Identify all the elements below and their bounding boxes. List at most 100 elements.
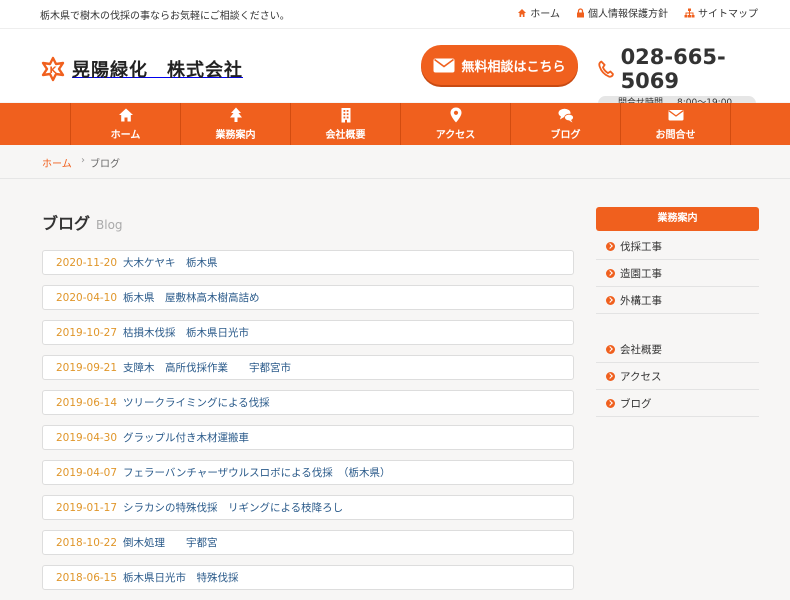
phone-icon xyxy=(598,60,614,78)
blog-post-item[interactable]: 2020-11-20 大木ケヤキ 栃木県 xyxy=(42,250,574,275)
home-icon xyxy=(118,108,133,122)
chevron-circle-icon xyxy=(606,344,615,354)
chevron-circle-icon xyxy=(606,398,615,408)
post-title: 大木ケヤキ 栃木県 xyxy=(123,257,218,269)
utility-link-sitemap[interactable]: サイトマップ xyxy=(684,5,758,20)
tree-icon xyxy=(229,107,242,122)
utility-link-label: 個人情報保護方針 xyxy=(588,9,668,20)
chevron-circle-icon xyxy=(606,295,615,305)
chevron-circle-icon xyxy=(606,371,615,381)
sidebar-item-exterior[interactable]: 外構工事 xyxy=(596,287,759,314)
post-date: 2019-09-21 xyxy=(56,361,118,374)
sitemap-icon xyxy=(684,8,695,17)
post-title: 支障木 高所伐採作業 宇都宮市 xyxy=(123,362,291,374)
site-logo[interactable]: K 晃陽緑化 株式会社 xyxy=(40,56,243,82)
nav-label: お問合せ xyxy=(655,130,696,141)
sidebar-item-company[interactable]: 会社概要 xyxy=(596,336,759,363)
top-bar: 栃木県で樹木の伐採の事ならお気軽にご相談ください。 ホーム 個人情報保護方針 サ… xyxy=(0,0,790,28)
sidebar-pages-list: 会社概要 アクセス ブログ xyxy=(596,336,759,417)
sidebar-item-blog[interactable]: ブログ xyxy=(596,390,759,417)
post-date: 2019-01-17 xyxy=(56,501,118,514)
page-title-en: Blog xyxy=(96,218,123,232)
post-date: 2019-10-27 xyxy=(56,326,118,339)
lock-icon xyxy=(577,7,584,17)
post-title: 枯損木伐採 栃木県日光市 xyxy=(123,327,249,339)
sidebar: 業務案内 伐採工事 造園工事 外構工事 会社概要 アクセス ブログ xyxy=(596,207,759,417)
page-title-jp: ブログ xyxy=(42,214,91,233)
breadcrumb-current: ブログ xyxy=(90,159,120,170)
utility-link-home[interactable]: ホーム xyxy=(517,5,560,20)
blog-post-item[interactable]: 2018-10-22 倒木処理 宇都宮 xyxy=(42,530,574,555)
post-title: 倒木処理 宇都宮 xyxy=(123,537,218,549)
building-icon xyxy=(341,108,350,123)
utility-links: ホーム 個人情報保護方針 サイトマップ xyxy=(517,5,758,20)
sidebar-heading: 業務案内 xyxy=(596,207,759,231)
blog-post-item[interactable]: 2020-04-10 栃木県 屋敷林高木樹高詰め xyxy=(42,285,574,310)
company-name: 晃陽緑化 株式会社 xyxy=(72,60,243,81)
post-date: 2019-04-30 xyxy=(56,431,118,444)
phone-block: 028-665-5069 問合せ時間8:00～19:00 xyxy=(598,45,756,111)
nav-label: アクセス xyxy=(435,130,476,141)
breadcrumb-home-link[interactable]: ホーム xyxy=(42,155,72,170)
chat-bubbles-icon xyxy=(558,108,574,123)
blog-post-item[interactable]: 2019-06-14 ツリークライミングによる伐採 xyxy=(42,390,574,415)
nav-label: 業務案内 xyxy=(215,130,256,141)
sidebar-item-label: アクセス xyxy=(620,370,662,383)
sidebar-item-label: 会社概要 xyxy=(620,343,662,356)
chevron-circle-icon xyxy=(606,241,615,251)
site-header: K 晃陽緑化 株式会社 無料相談はこちら 028-665-5069 問合せ時間8… xyxy=(0,28,790,111)
utility-link-label: サイトマップ xyxy=(698,9,758,20)
nav-item-blog[interactable]: ブログ xyxy=(511,103,621,145)
home-icon xyxy=(518,8,527,17)
nav-item-services[interactable]: 業務案内 xyxy=(181,103,291,145)
nav-label: 会社概要 xyxy=(325,130,366,141)
blog-post-item[interactable]: 2019-04-07 フェラーバンチャーザウルスロボによる伐採 （栃木県） xyxy=(42,460,574,485)
nav-label: ブログ xyxy=(550,130,581,141)
blog-post-item[interactable]: 2019-04-30 グラップル付き木材運搬車 xyxy=(42,425,574,450)
breadcrumb-separator: › xyxy=(81,155,85,166)
post-date: 2019-04-07 xyxy=(56,466,118,479)
utility-link-privacy[interactable]: 個人情報保護方針 xyxy=(576,5,668,20)
post-title: グラップル付き木材運搬車 xyxy=(123,432,249,444)
sidebar-item-landscaping[interactable]: 造園工事 xyxy=(596,260,759,287)
sidebar-services-list: 伐採工事 造園工事 外構工事 xyxy=(596,233,759,314)
blog-post-item[interactable]: 2019-09-21 支障木 高所伐採作業 宇都宮市 xyxy=(42,355,574,380)
blog-post-item[interactable]: 2019-01-17 シラカシの特殊伐採 リギングによる枝降ろし xyxy=(42,495,574,520)
sidebar-item-label: 伐採工事 xyxy=(620,240,662,253)
post-title: シラカシの特殊伐採 リギングによる枝降ろし xyxy=(123,502,344,514)
nav-label: ホーム xyxy=(110,130,141,141)
blog-post-item[interactable]: 2019-10-27 枯損木伐採 栃木県日光市 xyxy=(42,320,574,345)
sidebar-item-access[interactable]: アクセス xyxy=(596,363,759,390)
main-nav: ホーム 業務案内 会社概要 アクセス ブログ お問合せ xyxy=(0,103,790,145)
nav-item-access[interactable]: アクセス xyxy=(401,103,511,145)
blog-post-item[interactable]: 2018-06-15 栃木県日光市 特殊伐採 xyxy=(42,565,574,590)
post-date: 2019-06-14 xyxy=(56,396,118,409)
phone-number[interactable]: 028-665-5069 xyxy=(621,45,756,93)
map-pin-icon xyxy=(450,107,461,123)
nav-item-home[interactable]: ホーム xyxy=(71,103,181,145)
sidebar-item-felling[interactable]: 伐採工事 xyxy=(596,233,759,260)
post-date: 2018-06-15 xyxy=(56,571,118,584)
chevron-circle-icon xyxy=(606,268,615,278)
utility-link-label: ホーム xyxy=(530,9,560,20)
envelope-icon xyxy=(433,58,455,72)
breadcrumb: ホーム › ブログ xyxy=(0,145,790,179)
post-title: フェラーバンチャーザウルスロボによる伐採 （栃木県） xyxy=(123,467,391,479)
post-title: ツリークライミングによる伐採 xyxy=(123,397,270,409)
tagline: 栃木県で樹木の伐採の事ならお気軽にご相談ください。 xyxy=(40,11,290,22)
post-title: 栃木県 屋敷林高木樹高詰め xyxy=(123,292,260,304)
free-consultation-button[interactable]: 無料相談はこちら xyxy=(421,45,578,85)
logo-mark-icon: K xyxy=(41,56,65,82)
cta-label: 無料相談はこちら xyxy=(461,59,566,75)
nav-item-contact[interactable]: お問合せ xyxy=(621,103,731,145)
nav-item-company[interactable]: 会社概要 xyxy=(291,103,401,145)
envelope-icon xyxy=(668,110,683,121)
post-date: 2018-10-22 xyxy=(56,536,118,549)
sidebar-item-label: ブログ xyxy=(620,397,652,410)
post-date: 2020-04-10 xyxy=(56,291,118,304)
post-title: 栃木県日光市 特殊伐採 xyxy=(123,572,239,584)
post-date: 2020-11-20 xyxy=(56,256,118,269)
sidebar-item-label: 造園工事 xyxy=(620,267,662,280)
blog-post-list: 2020-11-20 大木ケヤキ 栃木県 2020-04-10 栃木県 屋敷林高木樹… xyxy=(42,250,574,600)
